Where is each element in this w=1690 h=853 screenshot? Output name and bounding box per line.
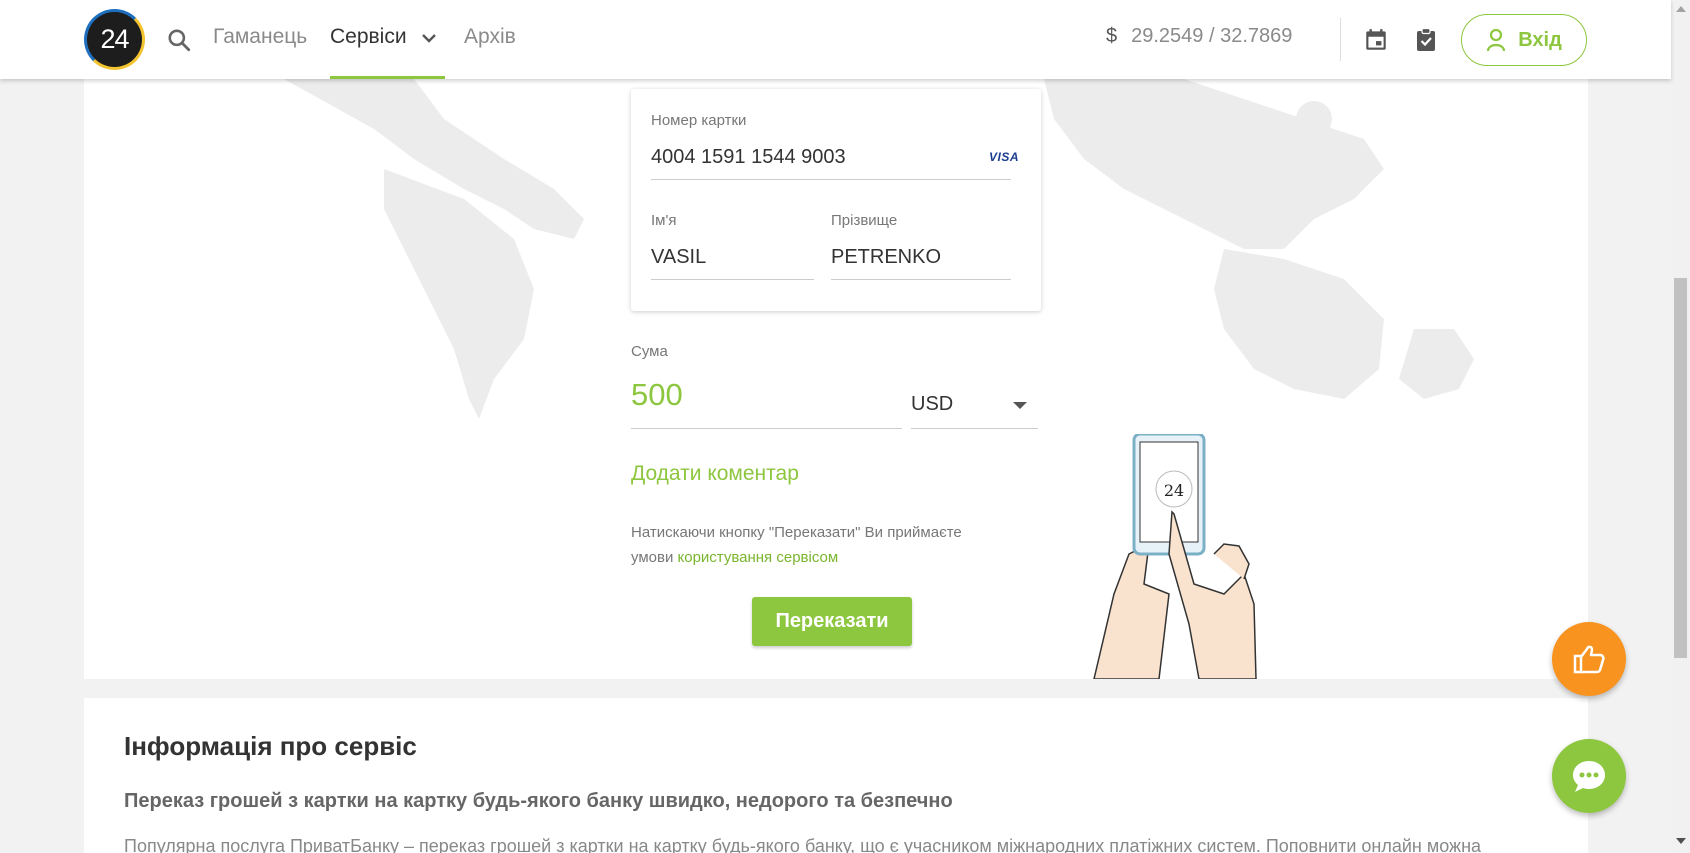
- transfer-button[interactable]: Переказати: [752, 597, 912, 646]
- top-header: 24 Гаманець Сервіси Архів $29.2549 / 32.…: [0, 0, 1671, 79]
- first-name-input[interactable]: VASIL: [651, 246, 706, 269]
- first-name-underline: [651, 279, 814, 280]
- active-tab-indicator: [330, 76, 445, 79]
- last-name-label: Прізвище: [831, 212, 898, 229]
- card-details-form: Номер картки 4004 1591 1544 9003 VISA Ім…: [631, 89, 1041, 311]
- last-name-underline: [831, 279, 1011, 280]
- scrollbar-thumb[interactable]: [1674, 278, 1687, 658]
- nav-services[interactable]: Сервіси: [330, 25, 407, 49]
- chat-button[interactable]: [1552, 739, 1626, 813]
- login-button[interactable]: Вхід: [1461, 14, 1587, 66]
- card-number-input[interactable]: 4004 1591 1544 9003: [651, 146, 846, 169]
- phone-label: 24: [1164, 481, 1184, 500]
- page-scrollbar[interactable]: [1671, 0, 1690, 853]
- info-title: Інформація про сервіс: [124, 731, 417, 761]
- dollar-sign: $: [1106, 25, 1118, 47]
- nav-wallet[interactable]: Гаманець: [213, 25, 307, 49]
- last-name-input[interactable]: PETRENKO: [831, 246, 941, 269]
- scroll-down-arrow-icon[interactable]: [1676, 838, 1686, 844]
- amount-label: Сума: [631, 343, 668, 360]
- caret-down-icon[interactable]: [1013, 402, 1027, 409]
- header-divider: [1340, 18, 1341, 61]
- exchange-rate: $29.2549 / 32.7869: [1106, 25, 1292, 48]
- user-icon: [1487, 28, 1506, 52]
- first-name-label: Ім'я: [651, 212, 677, 229]
- currency-select[interactable]: USD: [911, 393, 953, 416]
- search-icon[interactable]: [166, 27, 192, 53]
- info-text: Популярна послуга ПриватБанку – переказ …: [124, 836, 1482, 853]
- add-comment-link[interactable]: Додати коментар: [631, 462, 799, 486]
- calendar-icon[interactable]: [1363, 27, 1389, 53]
- visa-icon: VISA: [989, 150, 1020, 164]
- service-info-section: Інформація про сервіс Переказ грошей з к…: [84, 698, 1588, 853]
- card-number-label: Номер картки: [651, 112, 747, 129]
- scroll-up-arrow-icon[interactable]: [1676, 6, 1686, 12]
- privat24-logo[interactable]: 24: [84, 9, 145, 70]
- login-label: Вхід: [1518, 28, 1562, 51]
- chevron-down-icon[interactable]: [420, 29, 438, 47]
- amount-input[interactable]: 500: [631, 377, 683, 413]
- chat-bubble-icon: [1573, 761, 1605, 792]
- thumbs-up-icon: [1573, 645, 1605, 674]
- card-number-underline: [651, 179, 1011, 180]
- currency-underline: [911, 428, 1038, 429]
- feedback-like-button[interactable]: [1552, 622, 1626, 696]
- phone-in-hands-illustration: 24: [1093, 434, 1257, 679]
- terms-link[interactable]: користування сервісом: [678, 549, 839, 566]
- terms-notice: Натискаючи кнопку "Переказати" Ви прийма…: [631, 520, 1001, 570]
- transfer-panel: Номер картки 4004 1591 1544 9003 VISA Ім…: [84, 79, 1588, 679]
- clipboard-check-icon[interactable]: [1414, 27, 1438, 53]
- nav-archive[interactable]: Архів: [464, 25, 516, 49]
- rate-value: 29.2549 / 32.7869: [1131, 25, 1293, 47]
- info-subtitle: Переказ грошей з картки на картку будь-я…: [124, 790, 953, 812]
- amount-underline: [631, 428, 902, 429]
